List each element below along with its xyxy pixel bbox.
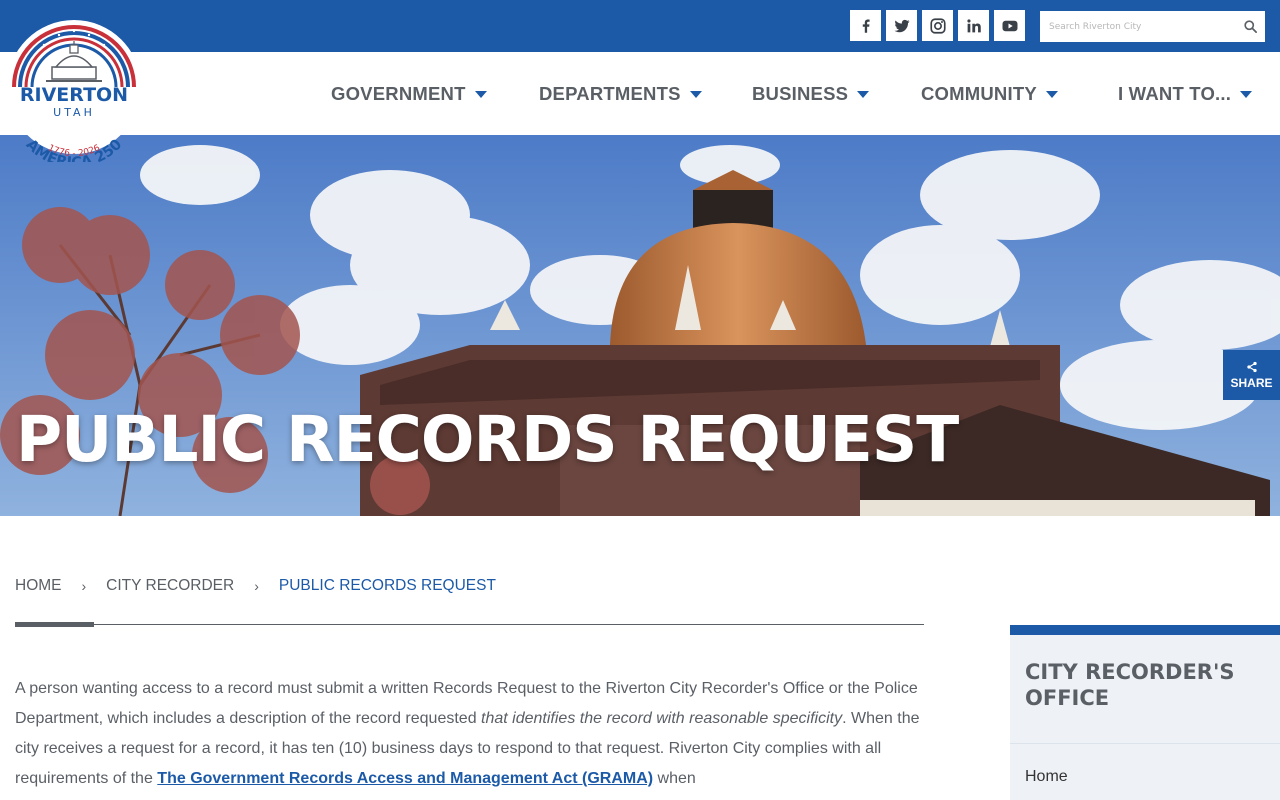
nav-item-label: DEPARTMENTS [539, 83, 681, 104]
caret-down-icon [1240, 90, 1253, 98]
share-label: SHARE [1230, 375, 1273, 390]
youtube-icon [1002, 20, 1017, 31]
breadcrumb-city-recorder[interactable]: CITY RECORDER [106, 577, 234, 595]
breadcrumb-separator: › [254, 578, 259, 594]
nav-item-label: GOVERNMENT [331, 83, 466, 104]
intro-paragraph: A person wanting access to a record must… [15, 680, 920, 787]
grama-link[interactable]: The Government Records Access and Manage… [157, 770, 653, 787]
search-box [1040, 11, 1265, 42]
linkedin-button[interactable] [958, 10, 989, 41]
nav-item-label: COMMUNITY [921, 83, 1037, 104]
nav-item-business[interactable]: BUSINESS [752, 82, 870, 106]
breadcrumb-separator: › [81, 578, 87, 594]
share-icon [1246, 361, 1257, 372]
breadcrumb-divider [15, 624, 924, 625]
search-input[interactable] [1040, 11, 1235, 42]
caret-down-icon [1045, 90, 1058, 98]
search-icon [1243, 20, 1257, 33]
instagram-icon [929, 17, 946, 34]
logo-state-text: UTAH [53, 106, 95, 119]
caret-down-icon [857, 90, 870, 98]
breadcrumb-home[interactable]: HOME [15, 577, 62, 595]
twitter-button[interactable] [886, 10, 917, 41]
search-button[interactable] [1235, 11, 1265, 42]
social-links [850, 10, 1025, 41]
caret-down-icon [689, 90, 702, 98]
sidebar-link-home[interactable]: Home [1010, 744, 1280, 786]
twitter-icon [894, 19, 909, 32]
breadcrumb: HOME › CITY RECORDER › PUBLIC RECORDS RE… [15, 577, 496, 595]
facebook-button[interactable] [850, 10, 881, 41]
main-content: A person wanting access to a record must… [15, 674, 930, 794]
nav-item-government[interactable]: GOVERNMENT [331, 82, 487, 106]
caret-down-icon [474, 90, 487, 98]
breadcrumb-divider-accent [15, 622, 94, 627]
linkedin-icon [966, 18, 981, 32]
facebook-icon [862, 18, 870, 33]
hero-banner: PUBLIC RECORDS REQUEST [0, 135, 1280, 516]
instagram-button[interactable] [922, 10, 953, 41]
nav-item-community[interactable]: COMMUNITY [921, 82, 1058, 106]
sidebar: CITY RECORDER'S OFFICE Home [1010, 625, 1280, 800]
riverton-logo[interactable]: RIVERTON UTAH 1776 - 2026 AMERICA 250 [4, 15, 144, 171]
nav-item-label: I WANT TO... [1118, 83, 1232, 104]
main-nav: GOVERNMENT DEPARTMENTS BUSINESS COMMUNIT… [0, 52, 1280, 135]
share-button[interactable]: SHARE [1223, 350, 1280, 400]
top-bar [0, 0, 1280, 52]
breadcrumb-current: PUBLIC RECORDS REQUEST [278, 577, 496, 594]
sidebar-title: CITY RECORDER'S OFFICE [1025, 660, 1235, 710]
sidebar-accent-bar [1010, 625, 1280, 635]
nav-item-i-want-to[interactable]: I WANT TO... [1118, 82, 1253, 106]
nav-item-label: BUSINESS [752, 83, 849, 104]
logo-city-text: RIVERTON [20, 84, 128, 106]
emphasis-text: that identifies the record with reasonab… [481, 710, 843, 727]
nav-item-departments[interactable]: DEPARTMENTS [539, 82, 702, 106]
page-title: PUBLIC RECORDS REQUEST [16, 403, 959, 476]
youtube-button[interactable] [994, 10, 1025, 41]
